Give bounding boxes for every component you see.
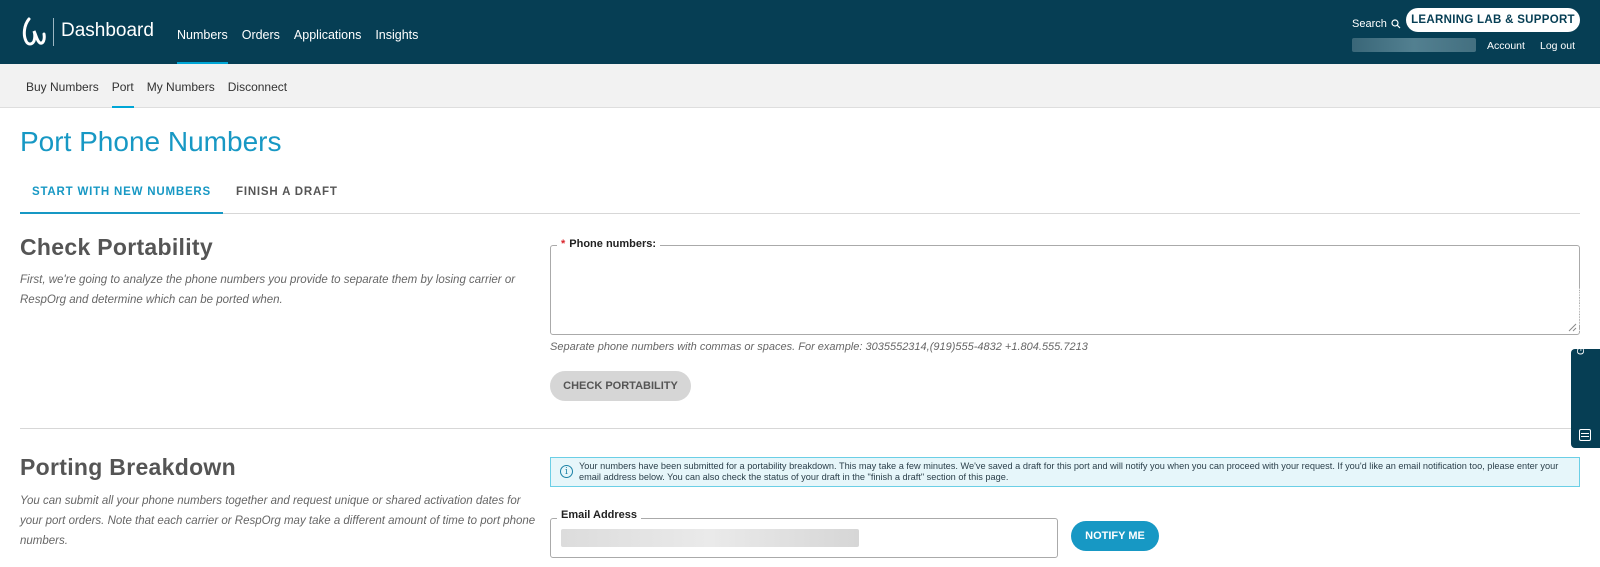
nav-numbers[interactable]: Numbers (177, 0, 228, 64)
tab-start-new-numbers[interactable]: START WITH NEW NUMBERS (20, 186, 223, 214)
check-portability-title: Check Portability (20, 234, 213, 260)
nav-orders[interactable]: Orders (242, 0, 280, 64)
subnav-port[interactable]: Port (111, 64, 134, 108)
feedback-icon (1579, 429, 1591, 441)
give-feedback-tab[interactable]: Give Feedback (1571, 288, 1600, 448)
check-portability-description: First, we're going to analyze the phone … (20, 274, 516, 306)
nav-applications[interactable]: Applications (294, 0, 361, 64)
search-link[interactable]: Search (1352, 18, 1401, 30)
subnav-disconnect[interactable]: Disconnect (228, 64, 287, 108)
search-icon (1391, 19, 1401, 29)
email-address-input[interactable] (550, 518, 1058, 558)
portability-info-alert: i Your numbers have been submitted for a… (550, 457, 1580, 487)
account-link[interactable]: Account (1487, 40, 1525, 52)
user-name-redacted (1352, 38, 1476, 52)
learning-lab-button[interactable]: LEARNING LAB & SUPPORT (1406, 8, 1580, 32)
subnav-buy-numbers[interactable]: Buy Numbers (26, 64, 99, 108)
nav-insights[interactable]: Insights (375, 0, 418, 64)
bandwidth-logo-icon[interactable] (20, 16, 46, 48)
brand-divider (53, 18, 54, 46)
phone-numbers-hint: Separate phone numbers with commas or sp… (550, 341, 1088, 353)
top-bar: Dashboard Numbers Orders Applications In… (0, 0, 1600, 64)
phone-numbers-label-text: Phone numbers: (569, 238, 657, 250)
check-portability-button[interactable]: CHECK PORTABILITY (550, 371, 691, 401)
page-title: Port Phone Numbers (20, 126, 282, 157)
phone-numbers-label: * Phone numbers: (557, 238, 661, 250)
sub-nav: Buy Numbers Port My Numbers Disconnect (0, 64, 1600, 108)
email-address-label: Email Address (557, 509, 642, 521)
tab-finish-draft[interactable]: FINISH A DRAFT (236, 186, 338, 214)
email-value-redacted (561, 529, 859, 547)
porting-breakdown-title: Porting Breakdown (20, 454, 236, 480)
porting-breakdown-description: You can submit all your phone numbers to… (20, 495, 536, 547)
port-tabs: START WITH NEW NUMBERS FINISH A DRAFT (20, 176, 1580, 214)
sub-nav-list: Buy Numbers Port My Numbers Disconnect (26, 64, 300, 108)
info-icon: i (560, 465, 573, 478)
notify-me-button[interactable]: NOTIFY ME (1071, 521, 1159, 551)
search-label: Search (1352, 18, 1387, 30)
subnav-my-numbers[interactable]: My Numbers (147, 64, 215, 108)
phone-numbers-input[interactable] (550, 245, 1580, 335)
main-nav: Numbers Orders Applications Insights (177, 0, 432, 64)
info-message: Your numbers have been submitted for a p… (579, 461, 1559, 482)
give-feedback-label: Give Feedback (1576, 287, 1587, 355)
section-divider (20, 428, 1580, 429)
required-marker: * (561, 238, 566, 250)
dashboard-brand[interactable]: Dashboard (61, 20, 154, 42)
logout-link[interactable]: Log out (1540, 40, 1575, 52)
